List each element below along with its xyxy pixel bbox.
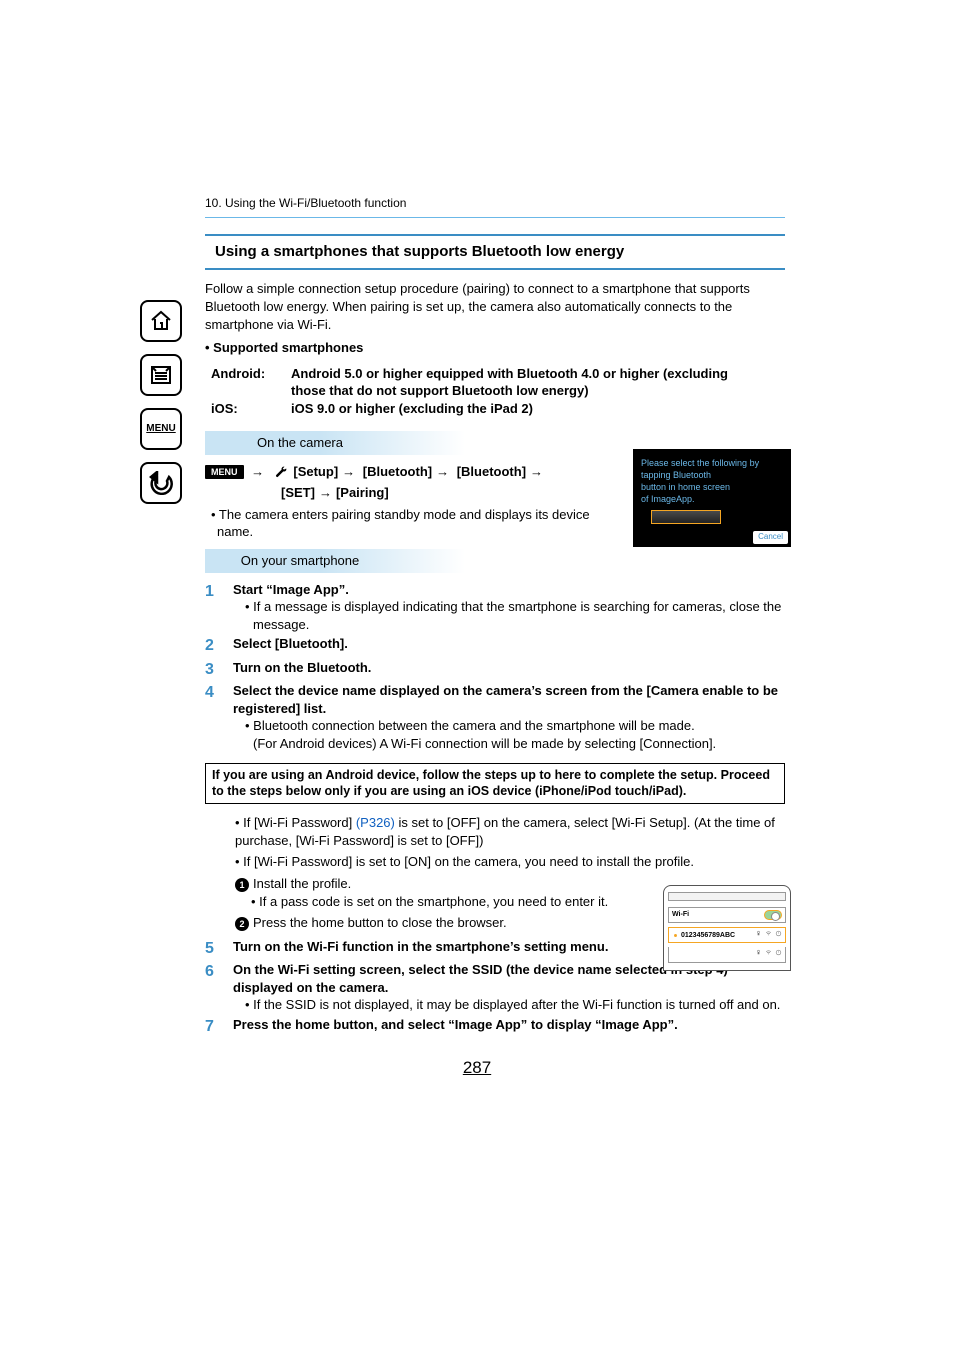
step-2: 2 Select [Bluetooth]. [205, 635, 785, 657]
step-4: 4 Select the device name displayed on th… [205, 682, 785, 752]
contents-icon[interactable] [140, 354, 182, 396]
chapter-label: 10. Using the Wi-Fi/Bluetooth function [205, 195, 785, 211]
wifi-status-icons [754, 930, 782, 940]
section-title: Using a smartphones that supports Blueto… [205, 234, 785, 270]
on-smartphone-header: On your smartphone [205, 549, 465, 573]
wifi-toggle-icon [764, 910, 782, 920]
page-number: 287 [0, 1057, 954, 1080]
app-button-icon [651, 510, 721, 524]
p326-link[interactable]: (P326) [356, 815, 395, 830]
back-icon[interactable] [140, 462, 182, 504]
wifi-settings-diagram: Wi-Fi 0123456789ABC [663, 885, 791, 971]
on-camera-header: On the camera [205, 431, 465, 455]
menu-icon[interactable]: MENU [140, 408, 182, 450]
ios-label: iOS: [211, 400, 291, 418]
camera-screen-preview: Please select the following by tapping B… [633, 449, 791, 547]
android-label: Android: [211, 365, 291, 400]
ios-value: iOS 9.0 or higher (excluding the iPad 2) [291, 400, 751, 418]
home-icon[interactable] [140, 300, 182, 342]
camera-note: • The camera enters pairing standby mode… [211, 506, 611, 541]
step-1: 1 Start “Image App”. • If a message is d… [205, 581, 785, 634]
wifi-pw-off-note: • If [Wi-Fi Password] (P326) is set to [… [235, 814, 785, 849]
notice-box: If you are using an Android device, foll… [205, 763, 785, 805]
supported-heading: • Supported smartphones [205, 339, 785, 357]
divider [205, 217, 785, 218]
wifi-pw-on-note: • If [Wi-Fi Password] is set to [ON] on … [235, 853, 785, 871]
step-7: 7 Press the home button, and select “Ima… [205, 1016, 785, 1038]
menu-badge: MENU [205, 465, 244, 479]
step-3: 3 Turn on the Bluetooth. [205, 659, 785, 681]
supported-table: Android: Android 5.0 or higher equipped … [211, 365, 751, 418]
intro-text: Follow a simple connection setup procedu… [205, 280, 785, 333]
circled-1-icon: 1 [235, 878, 249, 892]
android-value: Android 5.0 or higher equipped with Blue… [291, 365, 751, 400]
circled-2-icon: 2 [235, 917, 249, 931]
wrench-icon [274, 465, 288, 479]
cancel-button: Cancel [753, 531, 788, 544]
